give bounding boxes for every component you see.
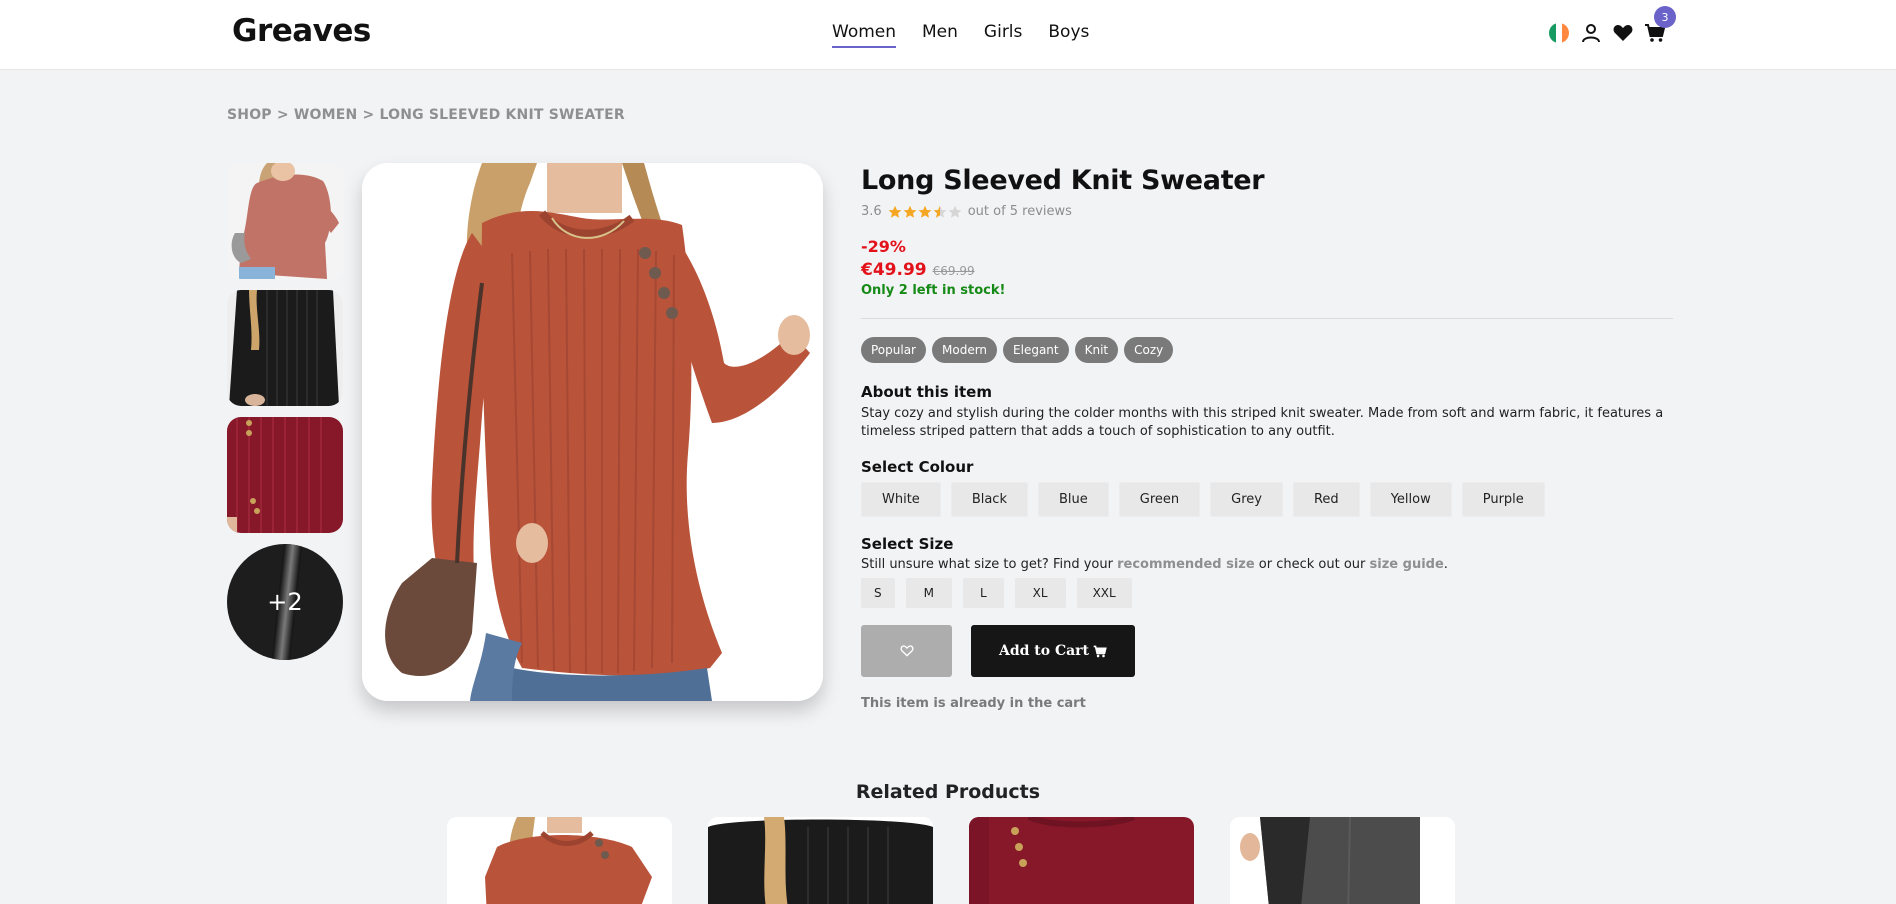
product-main-image[interactable] bbox=[362, 163, 823, 701]
star-empty-icon bbox=[948, 205, 962, 218]
tag-elegant[interactable]: Elegant bbox=[1003, 337, 1069, 363]
product-title: Long Sleeved Knit Sweater bbox=[861, 165, 1265, 196]
cart-icon[interactable]: 3 bbox=[1644, 6, 1676, 44]
cart-count-badge: 3 bbox=[1654, 6, 1676, 28]
thumbnail-list: +2 bbox=[227, 163, 343, 660]
size-option-xl[interactable]: XL bbox=[1014, 578, 1066, 608]
related-products-title: Related Products bbox=[855, 781, 1041, 803]
thumbnail-more[interactable]: +2 bbox=[227, 544, 343, 660]
size-hint-prefix: Still unsure what size to get? Find your bbox=[861, 557, 1118, 572]
add-to-cart-button[interactable]: Add to Cart bbox=[971, 625, 1135, 677]
user-icon[interactable] bbox=[1580, 22, 1602, 44]
size-option-xxl[interactable]: XXL bbox=[1076, 578, 1132, 608]
related-product-card[interactable] bbox=[447, 817, 672, 904]
tag-list: Popular Modern Elegant Knit Cozy bbox=[861, 337, 1673, 363]
main-nav: Women Men Girls Boys bbox=[832, 22, 1089, 48]
rating-value: 3.6 bbox=[861, 204, 882, 219]
related-product-card[interactable] bbox=[708, 817, 933, 904]
current-price: €49.99 bbox=[861, 260, 927, 280]
colour-title: Select Colour bbox=[861, 458, 974, 476]
colour-option-green[interactable]: Green bbox=[1118, 482, 1201, 517]
divider bbox=[861, 318, 1673, 319]
related-product-card[interactable] bbox=[1230, 817, 1455, 904]
size-option-s[interactable]: S bbox=[861, 578, 895, 608]
colour-option-black[interactable]: Black bbox=[950, 482, 1028, 517]
nav-boys[interactable]: Boys bbox=[1048, 22, 1089, 48]
related-product-card[interactable] bbox=[969, 817, 1194, 904]
action-buttons: Add to Cart bbox=[861, 625, 1673, 677]
size-options: S M L XL XXL bbox=[861, 578, 1673, 608]
heart-icon[interactable] bbox=[1612, 22, 1634, 44]
stock-status: Only 2 left in stock! bbox=[861, 283, 1006, 298]
price-row: €49.99 €69.99 bbox=[861, 260, 1673, 280]
nav-men[interactable]: Men bbox=[922, 22, 958, 48]
about-text: Stay cozy and stylish during the colder … bbox=[861, 406, 1664, 439]
colour-options: White Black Blue Green Grey Red Yellow P… bbox=[861, 482, 1673, 517]
header-icons: 3 bbox=[1548, 6, 1676, 44]
thumbnail-black[interactable] bbox=[227, 290, 343, 406]
nav-girls[interactable]: Girls bbox=[984, 22, 1022, 48]
size-hint-mid: or check out our bbox=[1254, 557, 1370, 572]
size-option-m[interactable]: M bbox=[905, 578, 952, 608]
size-title: Select Size bbox=[861, 535, 954, 553]
rating-stars bbox=[888, 205, 962, 219]
tag-popular[interactable]: Popular bbox=[861, 337, 926, 363]
colour-option-red[interactable]: Red bbox=[1292, 482, 1360, 517]
original-price: €69.99 bbox=[932, 264, 975, 278]
cart-icon bbox=[1093, 645, 1107, 657]
colour-option-grey[interactable]: Grey bbox=[1210, 482, 1283, 517]
ireland-flag-icon[interactable] bbox=[1548, 22, 1570, 44]
size-guide-link[interactable]: size guide bbox=[1370, 557, 1444, 572]
related-products-list bbox=[447, 817, 1455, 904]
size-hint-end: . bbox=[1443, 557, 1448, 572]
star-full-icon bbox=[918, 205, 932, 218]
colour-option-purple[interactable]: Purple bbox=[1461, 482, 1545, 517]
star-half-icon bbox=[933, 205, 947, 218]
nav-women[interactable]: Women bbox=[832, 22, 897, 48]
product-info: Long Sleeved Knit Sweater 3.6 out of 5 r… bbox=[861, 165, 1673, 711]
colour-option-white[interactable]: White bbox=[861, 482, 941, 517]
rating-row: 3.6 out of 5 reviews bbox=[861, 204, 1673, 219]
already-in-cart-note: This item is already in the cart bbox=[861, 696, 1086, 711]
about-title: About this item bbox=[861, 383, 992, 401]
recommended-size-link[interactable]: recommended size bbox=[1117, 557, 1255, 572]
thumbnail-rust[interactable] bbox=[227, 163, 343, 279]
star-full-icon bbox=[888, 205, 902, 218]
discount-label: -29% bbox=[861, 237, 906, 256]
thumbnail-burgundy[interactable] bbox=[227, 417, 343, 533]
breadcrumb[interactable]: SHOP > WOMEN > LONG SLEEVED KNIT SWEATER bbox=[227, 107, 625, 123]
more-images-label: +2 bbox=[267, 588, 303, 616]
star-full-icon bbox=[903, 205, 917, 218]
size-hint: Still unsure what size to get? Find your… bbox=[861, 557, 1673, 572]
colour-option-blue[interactable]: Blue bbox=[1038, 482, 1109, 517]
tag-modern[interactable]: Modern bbox=[932, 337, 998, 363]
site-logo[interactable]: Greaves bbox=[232, 13, 371, 49]
add-to-cart-label: Add to Cart bbox=[998, 643, 1090, 659]
site-header: Greaves Women Men Girls Boys 3 bbox=[0, 0, 1896, 70]
colour-option-yellow[interactable]: Yellow bbox=[1369, 482, 1452, 517]
size-option-l[interactable]: L bbox=[962, 578, 1004, 608]
add-to-wishlist-button[interactable] bbox=[861, 625, 952, 677]
heart-outline-icon bbox=[900, 645, 913, 657]
tag-knit[interactable]: Knit bbox=[1074, 337, 1119, 363]
tag-cozy[interactable]: Cozy bbox=[1124, 337, 1174, 363]
rating-suffix: out of 5 reviews bbox=[967, 204, 1072, 219]
